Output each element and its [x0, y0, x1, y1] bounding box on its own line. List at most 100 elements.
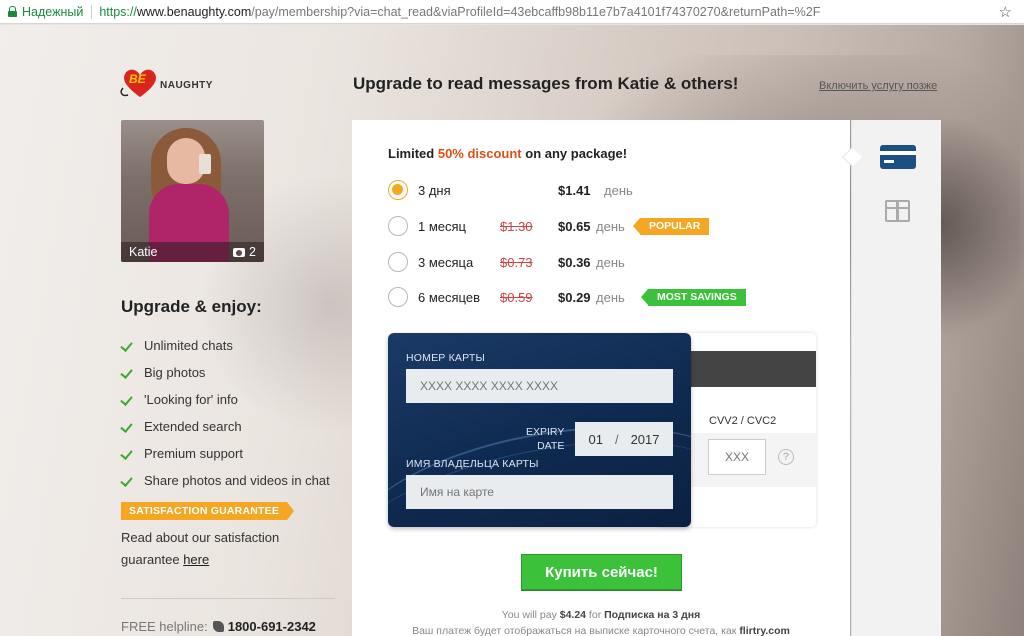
- url-protocol[interactable]: https://: [99, 5, 137, 19]
- check-icon: [121, 422, 135, 432]
- check-icon: [121, 476, 135, 486]
- expiry-separator: /: [614, 431, 619, 447]
- check-icon: [121, 395, 135, 405]
- satisfaction-guarantee-badge: SATISFACTION GUARANTEE: [121, 502, 295, 520]
- feature-label: Extended search: [144, 419, 242, 434]
- expiry-year[interactable]: 2017: [631, 432, 660, 447]
- discount-prefix: Limited: [388, 146, 438, 161]
- plan-price: $0.36: [558, 254, 591, 270]
- site-logo[interactable]: BE NAUGHTY: [120, 66, 213, 100]
- divider: [121, 598, 335, 599]
- expiry-date-field[interactable]: 01 / 2017: [575, 422, 673, 456]
- plan-radio[interactable]: [388, 180, 408, 200]
- plan-name: 3 месяца: [418, 254, 474, 270]
- gift-icon[interactable]: [885, 200, 910, 222]
- cvv-label: CVV2 / CVC2: [709, 415, 777, 427]
- help-icon[interactable]: ?: [778, 449, 794, 465]
- logo-heart-icon: BE: [120, 66, 160, 100]
- payment-method-sidebar: [842, 120, 941, 636]
- helpline-number[interactable]: 1800-691-2342: [228, 619, 316, 634]
- discount-banner: Limited 50% discount on any package!: [388, 146, 627, 161]
- cardholder-input[interactable]: [406, 475, 673, 509]
- card-front: НОМЕР КАРТЫ EXPIRY DATE 01 / 2017 ИМЯ ВЛ…: [388, 333, 691, 527]
- feature-item: Big photos: [121, 359, 330, 386]
- card-number-label: НОМЕР КАРТЫ: [406, 352, 485, 364]
- payment-note-prefix: You will pay: [501, 609, 560, 621]
- page-title: Upgrade to read messages from Katie & ot…: [353, 74, 739, 93]
- plan-name: 1 месяц: [418, 218, 466, 234]
- plan-radio[interactable]: [388, 287, 408, 307]
- plan-option-3-days[interactable]: 3 дня $1.41 день: [388, 179, 828, 201]
- expiry-label-line2: DATE: [537, 440, 565, 452]
- plan-old-price: $0.59: [500, 289, 533, 305]
- payment-amount: $4.24: [559, 609, 587, 621]
- camera-icon: [233, 248, 246, 257]
- most-savings-badge: MOST SAVINGS: [641, 288, 746, 306]
- card-number-input[interactable]: [406, 369, 673, 403]
- photo-count-value: 2: [249, 245, 256, 259]
- plan-option-1-month[interactable]: 1 месяц $1.30 $0.65 день POPULAR: [388, 215, 828, 237]
- phone-icon: [212, 621, 224, 632]
- plan-name: 3 дня: [418, 182, 451, 198]
- secure-label: Надежный: [22, 4, 84, 19]
- bookmark-star-icon[interactable]: ☆: [999, 3, 1012, 21]
- feature-item: Extended search: [121, 413, 330, 440]
- discount-suffix: on any package!: [521, 146, 628, 161]
- check-icon: [121, 341, 135, 351]
- feature-label: Premium support: [144, 446, 243, 461]
- popular-badge: POPULAR: [632, 217, 710, 235]
- plan-option-6-months[interactable]: 6 месяцев $0.59 $0.29 день MOST SAVINGS: [388, 286, 828, 308]
- feature-label: Share photos and videos in chat: [144, 473, 330, 488]
- plan-per: день: [596, 218, 625, 234]
- feature-item: 'Looking for' info: [121, 386, 330, 413]
- discount-highlight: 50% discount: [437, 146, 522, 161]
- plan-per: день: [596, 289, 625, 305]
- url-path[interactable]: /pay/membership?via=chat_read&viaProfile…: [251, 5, 820, 19]
- helpline-label: FREE helpline:: [121, 619, 208, 634]
- guarantee-link[interactable]: here: [183, 552, 209, 567]
- expiry-month[interactable]: 01: [588, 432, 602, 447]
- buy-now-button[interactable]: Купить сейчас!: [521, 554, 682, 590]
- address-separator: [91, 4, 93, 19]
- plan-price: $1.41: [558, 182, 591, 198]
- feature-label: Big photos: [144, 365, 206, 380]
- address-bar[interactable]: Надежный https:// www.benaughty.com /pay…: [0, 0, 1024, 24]
- feature-list: Unlimited chats Big photos 'Looking for'…: [121, 332, 330, 494]
- feature-label: Unlimited chats: [144, 338, 233, 353]
- cardholder-label: ИМЯ ВЛАДЕЛЬЦА КАРТЫ: [406, 458, 539, 470]
- plan-per: день: [596, 254, 625, 270]
- expiry-label-line1: EXPIRY: [526, 426, 565, 438]
- photo-figure-phone: [199, 154, 211, 174]
- statement-note: Ваш платеж будет отображаться на выписке…: [352, 625, 850, 636]
- plan-option-3-months[interactable]: 3 месяца $0.73 $0.36 день: [388, 251, 828, 273]
- photo-caption: Katie 2: [121, 242, 264, 262]
- cvv-input[interactable]: [708, 439, 766, 475]
- plan-old-price: $0.73: [500, 254, 533, 270]
- check-icon: [121, 368, 135, 378]
- check-icon: [121, 449, 135, 459]
- plan-old-price: $1.30: [500, 218, 533, 234]
- plan-price: $0.29: [558, 289, 591, 305]
- statement-name: flirtry.com: [739, 625, 790, 636]
- plan-price: $0.65: [558, 218, 591, 234]
- profile-photo[interactable]: Katie 2: [121, 120, 264, 262]
- enable-later-link[interactable]: Включить услугу позже: [819, 80, 937, 92]
- plan-radio[interactable]: [388, 216, 408, 236]
- expiry-label: EXPIRY DATE: [526, 425, 564, 453]
- guarantee-text: Read about our satisfaction guarantee he…: [121, 527, 321, 571]
- photo-count: 2: [233, 245, 256, 259]
- helpline: FREE helpline: 1800-691-2342: [121, 619, 316, 634]
- upgrade-enjoy-title: Upgrade & enjoy:: [121, 297, 262, 316]
- plan-per: день: [604, 182, 633, 198]
- lock-icon: [8, 6, 17, 17]
- profile-name: Katie: [129, 245, 158, 259]
- feature-item: Share photos and videos in chat: [121, 467, 330, 494]
- feature-label: 'Looking for' info: [144, 392, 238, 407]
- payment-panel: Limited 50% discount on any package! 3 д…: [352, 120, 850, 636]
- payment-note-mid: for: [586, 609, 605, 621]
- url-host[interactable]: www.benaughty.com: [137, 5, 251, 19]
- logo-text: NAUGHTY: [160, 79, 213, 91]
- credit-card-icon[interactable]: [880, 145, 916, 169]
- plan-name: 6 месяцев: [418, 289, 480, 305]
- plan-radio[interactable]: [388, 252, 408, 272]
